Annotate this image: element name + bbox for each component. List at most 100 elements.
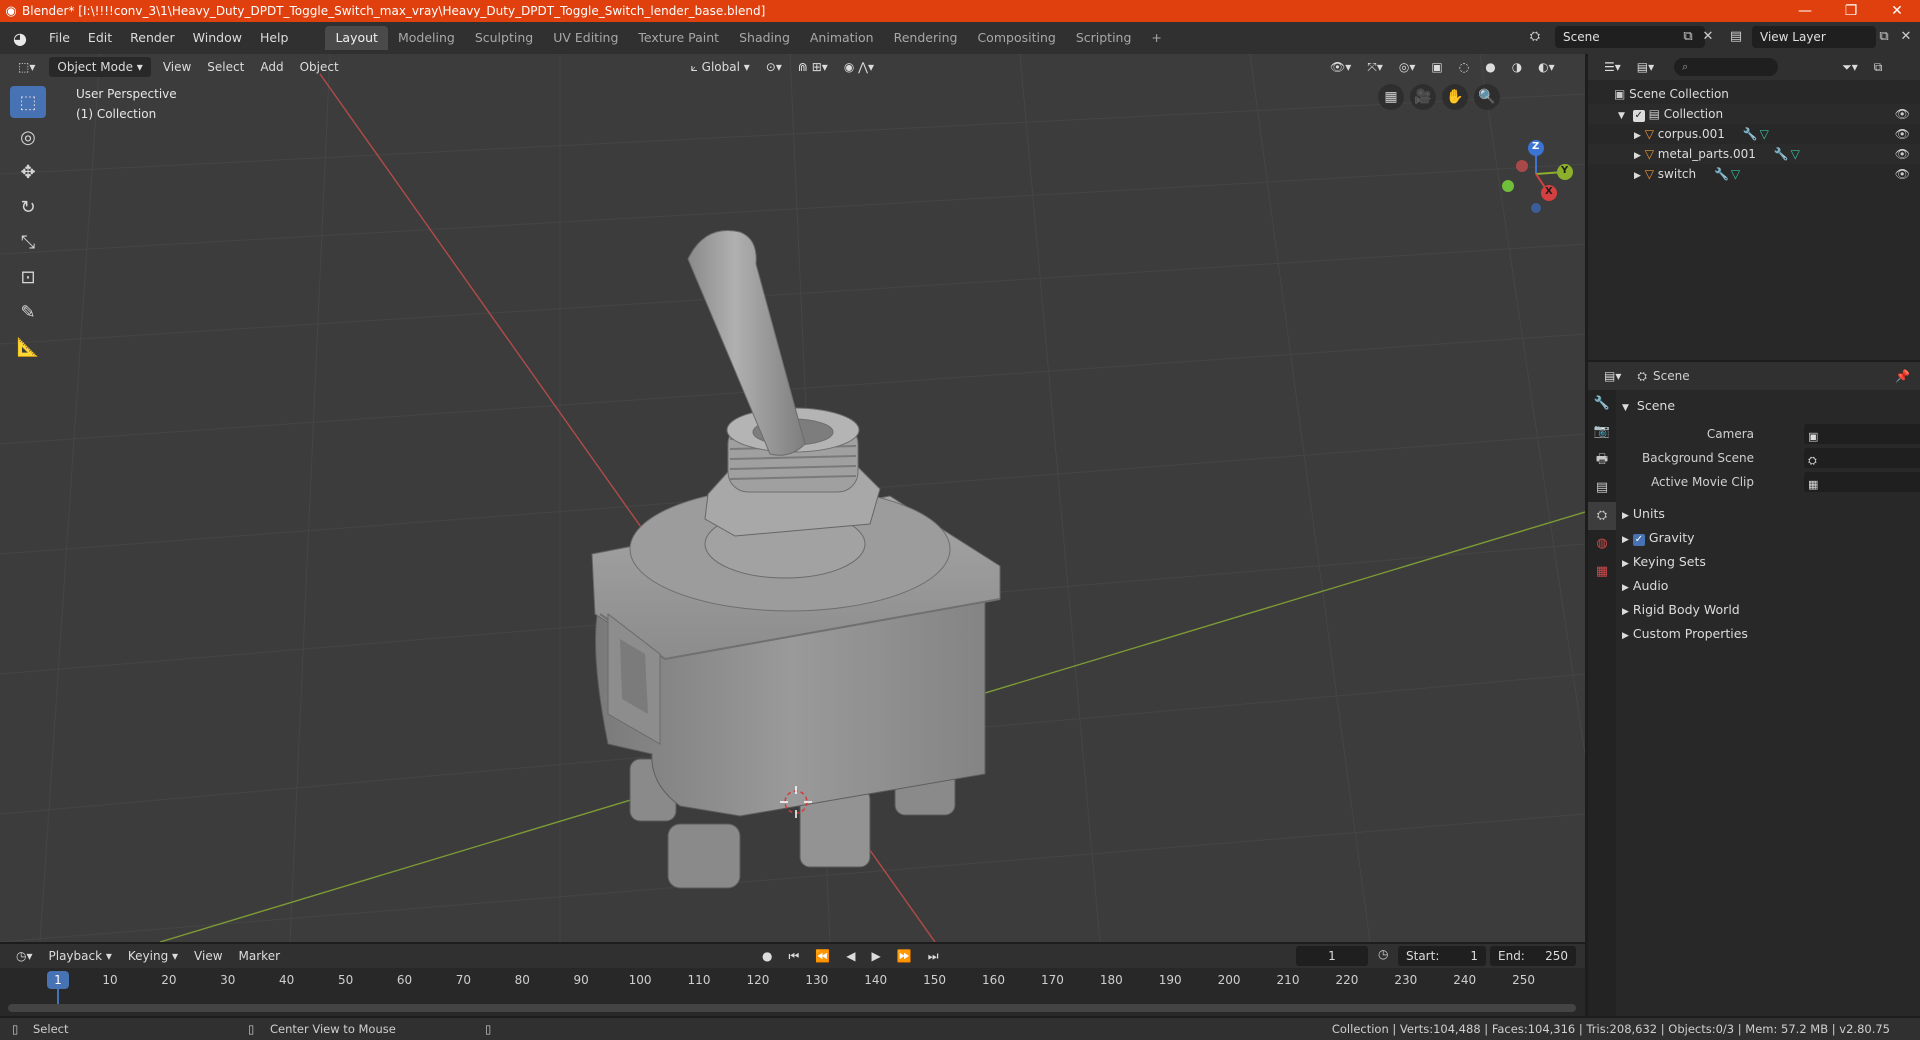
- viewport-menu-select[interactable]: Select: [199, 57, 252, 77]
- outliner-search-input[interactable]: ⌕: [1674, 58, 1779, 76]
- menu-edit[interactable]: Edit: [79, 22, 121, 54]
- record-icon[interactable]: ●: [754, 946, 780, 966]
- output-properties-tab-icon[interactable]: 🖶: [1588, 446, 1616, 474]
- visibility-icon[interactable]: 👁▾: [1322, 57, 1359, 77]
- modifier-wrench-icon[interactable]: 🔧: [1774, 147, 1789, 161]
- material-shading-icon[interactable]: ◑: [1504, 57, 1530, 77]
- camera-field[interactable]: ▣✒: [1804, 424, 1920, 444]
- tab-uv-editing[interactable]: UV Editing: [543, 26, 628, 50]
- tab-compositing[interactable]: Compositing: [967, 26, 1065, 50]
- proportional-edit-icon[interactable]: ◉ ⋀▾: [836, 57, 882, 77]
- jump-end-icon[interactable]: ⏭: [920, 946, 947, 966]
- visibility-eye-icon[interactable]: 👁: [1895, 144, 1910, 164]
- gizmo-x-label[interactable]: X: [1545, 186, 1553, 197]
- delete-scene-icon[interactable]: ✕: [1698, 27, 1718, 47]
- tree-row-object[interactable]: ▶ ▽ corpus.001 🔧 ▽ 👁: [1588, 124, 1920, 144]
- current-frame-field[interactable]: 1: [1296, 946, 1368, 966]
- pivot-point-icon[interactable]: ⊙▾: [758, 57, 790, 77]
- tree-row-collection[interactable]: ▼ ✓ ▤ Collection 👁: [1588, 104, 1920, 124]
- view-layer-properties-tab-icon[interactable]: ▤: [1588, 474, 1616, 502]
- new-collection-icon[interactable]: ⧉: [1866, 57, 1891, 77]
- modifier-wrench-icon[interactable]: 🔧: [1743, 127, 1758, 141]
- frame-ruler[interactable]: 1 10 20 30 40 50 60 70 80 90 100 110 120 130 140 150 16…: [0, 968, 1585, 1016]
- tree-row-object[interactable]: ▶ ▽ metal_parts.001 🔧 ▽ 👁: [1588, 144, 1920, 164]
- timeline-scrollbar[interactable]: [8, 1004, 1576, 1012]
- playback-menu[interactable]: Playback ▾: [41, 946, 120, 966]
- play-reverse-icon[interactable]: ◀: [838, 946, 863, 966]
- clock-icon[interactable]: ◷: [1378, 947, 1388, 961]
- next-keyframe-icon[interactable]: ⏩: [889, 946, 920, 966]
- solid-shading-icon[interactable]: ●: [1477, 57, 1503, 77]
- viewport-menu-add[interactable]: Add: [252, 57, 291, 77]
- measure-tool-icon[interactable]: 📐: [10, 331, 46, 363]
- new-view-layer-icon[interactable]: ⧉: [1874, 27, 1894, 47]
- gizmo-toggle-icon[interactable]: ⤧▾: [1359, 57, 1391, 77]
- add-workspace-icon[interactable]: +: [1141, 26, 1171, 50]
- gravity-checkbox[interactable]: ✓: [1632, 534, 1645, 546]
- annotate-tool-icon[interactable]: ✎: [10, 296, 46, 328]
- display-mode-icon[interactable]: ▤▾: [1629, 57, 1662, 77]
- keying-menu[interactable]: Keying ▾: [120, 946, 186, 966]
- marker-menu[interactable]: Marker: [231, 946, 288, 966]
- outliner-editor-type-icon[interactable]: ☰▾: [1596, 57, 1629, 77]
- menu-window[interactable]: Window: [184, 22, 251, 54]
- camera-view-icon[interactable]: 🎥: [1410, 84, 1436, 110]
- pin-icon[interactable]: 📌: [1895, 369, 1910, 383]
- transform-tool-icon[interactable]: ⊡: [10, 261, 46, 293]
- view-layer-selector[interactable]: View Layer: [1752, 26, 1876, 48]
- mesh-data-icon[interactable]: ▽: [1760, 127, 1769, 141]
- menu-render[interactable]: Render: [121, 22, 184, 54]
- units-panel[interactable]: ▶ Units: [1622, 502, 1914, 526]
- prev-keyframe-icon[interactable]: ⏪: [807, 946, 838, 966]
- gizmo-z-label[interactable]: Z: [1532, 141, 1539, 152]
- toggle-perspective-icon[interactable]: ▦: [1378, 84, 1404, 110]
- menu-help[interactable]: Help: [251, 22, 298, 54]
- scene-properties-tab-icon[interactable]: ⛭: [1588, 502, 1616, 530]
- new-scene-icon[interactable]: ⧉: [1678, 27, 1698, 47]
- collection-visibility-eye-icon[interactable]: 👁: [1895, 104, 1910, 124]
- tab-scripting[interactable]: Scripting: [1066, 26, 1142, 50]
- properties-editor-type-icon[interactable]: ▤▾: [1596, 366, 1629, 386]
- editor-type-icon[interactable]: ⬚▾: [10, 57, 43, 77]
- snap-icon[interactable]: ⋒ ⊞▾: [790, 57, 836, 77]
- active-movie-clip-field[interactable]: ▦: [1804, 472, 1920, 492]
- expand-object-icon[interactable]: ▶: [1634, 131, 1641, 141]
- playhead[interactable]: 1: [47, 971, 69, 989]
- tree-row-scene-collection[interactable]: ▣ Scene Collection: [1588, 84, 1920, 104]
- rotate-tool-icon[interactable]: ↻: [10, 191, 46, 223]
- gravity-panel[interactable]: ▶ ✓ Gravity: [1622, 526, 1914, 550]
- tab-shading[interactable]: Shading: [729, 26, 800, 50]
- view-layer-type-icon[interactable]: ▤: [1726, 27, 1746, 47]
- texture-properties-tab-icon[interactable]: ▦: [1588, 558, 1616, 586]
- tab-layout[interactable]: Layout: [325, 26, 388, 50]
- blender-menu-icon[interactable]: ◕: [0, 29, 40, 48]
- scene-type-icon[interactable]: ⛭: [1525, 27, 1545, 47]
- visibility-eye-icon[interactable]: 👁: [1895, 124, 1910, 144]
- delete-view-layer-icon[interactable]: ✕: [1896, 27, 1916, 47]
- end-frame-field[interactable]: End: 250: [1490, 946, 1576, 966]
- collection-checkbox[interactable]: ✓: [1632, 110, 1645, 122]
- rigid-body-world-panel[interactable]: ▶ Rigid Body World: [1622, 598, 1914, 622]
- play-icon[interactable]: ▶: [864, 946, 889, 966]
- visibility-eye-icon[interactable]: 👁: [1895, 164, 1910, 184]
- jump-start-icon[interactable]: ⏮: [781, 946, 808, 966]
- expand-object-icon[interactable]: ▶: [1634, 151, 1641, 161]
- timeline-editor-type-icon[interactable]: ◷▾: [8, 946, 41, 966]
- tool-properties-tab-icon[interactable]: 🔧: [1588, 390, 1616, 418]
- viewport-menu-object[interactable]: Object: [292, 57, 347, 77]
- start-frame-field[interactable]: Start: 1: [1398, 946, 1486, 966]
- modifier-wrench-icon[interactable]: 🔧: [1714, 167, 1729, 181]
- background-scene-field[interactable]: ⛭: [1804, 448, 1920, 468]
- world-properties-tab-icon[interactable]: ◍: [1588, 530, 1616, 558]
- custom-properties-panel[interactable]: ▶ Custom Properties: [1622, 622, 1914, 646]
- overlay-toggle-icon[interactable]: ◎▾: [1391, 57, 1424, 77]
- mesh-data-icon[interactable]: ▽: [1731, 167, 1740, 181]
- wireframe-shading-icon[interactable]: ◌: [1451, 57, 1477, 77]
- close-button[interactable]: ✕: [1874, 3, 1920, 19]
- rendered-shading-icon[interactable]: ◐▾: [1530, 57, 1563, 77]
- select-box-tool-icon[interactable]: ⬚: [10, 86, 46, 118]
- tab-rendering[interactable]: Rendering: [884, 26, 968, 50]
- filter-icon[interactable]: ⏷▾: [1834, 57, 1866, 77]
- menu-file[interactable]: File: [40, 22, 79, 54]
- scene-panel-header[interactable]: ▼ Scene: [1622, 394, 1914, 418]
